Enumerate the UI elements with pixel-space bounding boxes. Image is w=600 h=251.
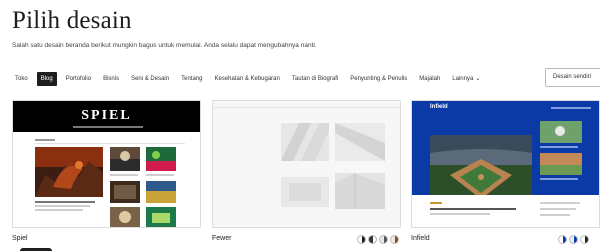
filter-kesehatan-kebugaran[interactable]: Kesehatan & Kebugaran: [211, 72, 282, 86]
architecture-image: [281, 177, 329, 207]
design-name-infield: Infield: [411, 235, 430, 242]
style-variation-swatch[interactable]: [357, 235, 366, 244]
sidebar-text: [540, 202, 580, 204]
baseball-thumbnail: [540, 153, 582, 175]
baseball-thumbnail: [540, 121, 582, 143]
infield-preview-nav: [551, 107, 591, 109]
style-variation-swatch[interactable]: [580, 235, 589, 244]
spiel-preview-nav: [73, 126, 143, 128]
spiel-preview-heading: [35, 139, 55, 141]
design-card-spiel[interactable]: SPIEL: [12, 100, 201, 228]
infield-preview-logo: Infield: [430, 104, 448, 110]
infield-style-variations: [556, 235, 589, 244]
thumbnail-image: [110, 181, 140, 203]
category-filter-bar: Toko Blog Portofolio Bisnis Seni & Desai…: [12, 70, 489, 88]
architecture-image: [335, 173, 385, 209]
filter-toko[interactable]: Toko: [12, 72, 31, 86]
style-variation-swatch[interactable]: [558, 235, 567, 244]
spiel-preview-logo: SPIEL: [81, 108, 132, 123]
thumbnail-caption: [146, 174, 174, 176]
spiel-preview-article-text: [35, 209, 83, 211]
filter-bisnis[interactable]: Bisnis: [100, 72, 122, 86]
infield-preview-hero: [412, 115, 599, 205]
article-excerpt: [430, 213, 490, 215]
filter-majalah[interactable]: Majalah: [416, 72, 443, 86]
thumbnail-caption: [540, 178, 578, 180]
fewer-preview-header-line: [213, 107, 400, 108]
design-name-fewer: Fewer: [212, 235, 232, 242]
thumbnail-caption: [110, 174, 138, 176]
page-subtitle: Salah satu desain beranda berikut mungki…: [12, 42, 317, 49]
spiel-preview-divider: [35, 143, 185, 144]
custom-design-button[interactable]: Desain sendiri: [545, 68, 600, 87]
filter-lainnya-label: Lainnya: [452, 76, 474, 82]
filter-lainnya[interactable]: Lainnya ⌄: [449, 72, 483, 86]
filter-seni-desain[interactable]: Seni & Desain: [128, 72, 172, 86]
thumbnail-image: [146, 207, 176, 227]
thumbnail-image: [110, 147, 140, 171]
design-card-infield[interactable]: Infield: [411, 100, 600, 228]
infield-preview-content: [412, 195, 599, 227]
thumbnail-image: [146, 147, 176, 171]
infield-preview-header: Infield: [412, 101, 599, 115]
style-variation-swatch[interactable]: [379, 235, 388, 244]
fewer-style-variations: [355, 235, 399, 244]
sidebar-text: [540, 214, 570, 216]
category-tag: [430, 202, 442, 204]
spiel-preview-article-text: [35, 205, 90, 207]
spiel-preview-article-title: [35, 201, 95, 203]
dragon-art-image: [35, 147, 103, 197]
filter-tautan-biografi[interactable]: Tautan di Biografi: [289, 72, 341, 86]
design-card-fewer[interactable]: [212, 100, 401, 228]
style-variation-swatch[interactable]: [368, 235, 377, 244]
filter-portofolio[interactable]: Portofolio: [63, 72, 94, 86]
architecture-image: [281, 123, 329, 161]
spiel-preview-header: SPIEL: [13, 101, 200, 132]
filter-tentang[interactable]: Tentang: [178, 72, 205, 86]
filter-penyunting-penulis[interactable]: Penyunting & Penulis: [347, 72, 410, 86]
page-title: Pilih desain: [12, 7, 132, 34]
style-variation-swatch[interactable]: [390, 235, 399, 244]
sidebar-text: [540, 208, 576, 210]
chevron-down-icon: ⌄: [475, 76, 481, 82]
architecture-image: [335, 123, 385, 161]
thumbnail-caption: [540, 146, 578, 148]
article-title: [430, 208, 516, 210]
filter-blog[interactable]: Blog: [36, 72, 57, 86]
style-variation-swatch[interactable]: [569, 235, 578, 244]
thumbnail-image: [146, 181, 176, 203]
thumbnail-image: [110, 207, 140, 227]
design-name-spiel: Spiel: [12, 235, 28, 242]
